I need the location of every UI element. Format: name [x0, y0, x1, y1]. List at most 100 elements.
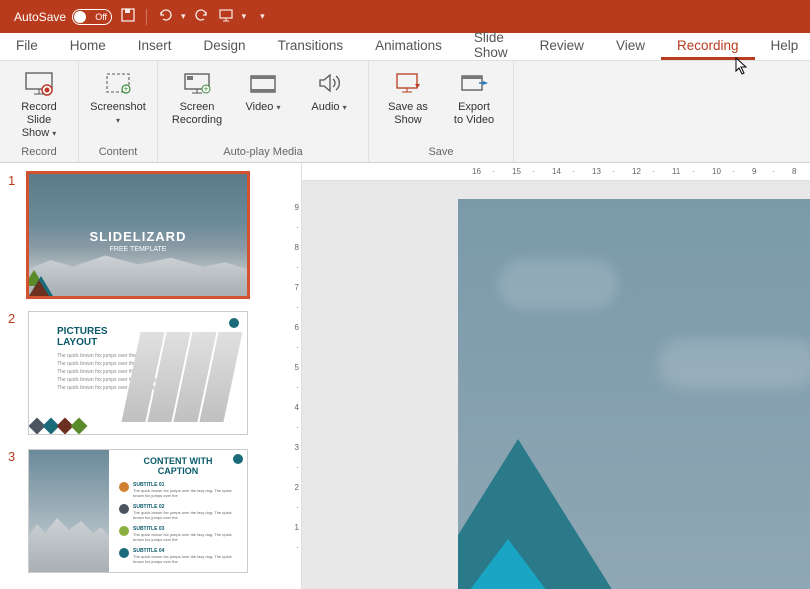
screenshot-icon: +: [102, 69, 134, 97]
ruler-mark: ·: [296, 343, 299, 352]
ruler-tick: 12: [632, 167, 641, 176]
ruler-mark: ·: [296, 503, 299, 512]
ribbon-button-label: Video ▾: [245, 101, 280, 114]
ruler-tick: 15: [512, 167, 521, 176]
screenshot-button[interactable]: + Screenshot ▾: [87, 65, 149, 146]
slide-thumbnail[interactable]: CONTENT WITHCAPTION SUBTITLE 01The quick …: [28, 449, 248, 573]
slide-title: PICTURESLAYOUT: [57, 326, 108, 348]
screen-recording-button[interactable]: + ScreenRecording: [166, 65, 228, 146]
undo-icon[interactable]: [157, 7, 173, 26]
menu-help[interactable]: Help: [755, 33, 810, 60]
ruler-mark: ·: [692, 167, 695, 176]
ruler-tick: 8: [792, 167, 796, 176]
ruler-mark: ·: [296, 463, 299, 472]
thumbnail-row: 1 SLIDELIZARD FREE TEMPLATE: [8, 173, 276, 297]
menu-insert[interactable]: Insert: [122, 33, 188, 60]
triangle-shape: [458, 539, 568, 589]
menu-slide-show[interactable]: Slide Show: [458, 33, 524, 60]
ruler-tick: 7: [295, 283, 299, 292]
bullet-icon: [119, 526, 129, 536]
save-as-show-icon: [392, 69, 424, 97]
menu-review[interactable]: Review: [524, 33, 600, 60]
ruler-mark: ·: [612, 167, 615, 176]
ribbon-group-record: Record SlideShow ▾Record: [0, 61, 79, 162]
ruler-tick: 10: [712, 167, 721, 176]
bullet-icon: [119, 482, 129, 492]
ruler-tick: 1: [295, 523, 299, 532]
ribbon-group-content: +Screenshot ▾Content: [79, 61, 158, 162]
ribbon-group-label: Save: [428, 146, 453, 160]
record-slide-show-button[interactable]: Record SlideShow ▾: [8, 65, 70, 146]
ruler-tick: 2: [295, 483, 299, 492]
svg-text:+: +: [123, 84, 128, 94]
body-text: SUBTITLE 02The quick brown fox jumps ove…: [133, 504, 237, 520]
menu-design[interactable]: Design: [188, 33, 262, 60]
ruler-tick: 6: [295, 323, 299, 332]
present-from-beginning-icon[interactable]: [218, 7, 234, 26]
ribbon-button-label: ScreenRecording: [172, 101, 222, 127]
menu-home[interactable]: Home: [54, 33, 122, 60]
ribbon-button-label: Screenshot ▾: [87, 101, 149, 127]
slide-thumbnail[interactable]: SLIDELIZARD FREE TEMPLATE: [28, 173, 248, 297]
ruler-tick: 14: [552, 167, 561, 176]
thumbnail-number: 3: [8, 449, 20, 573]
slide-thumbnail[interactable]: PICTURESLAYOUTThe quick brown fox jumps …: [28, 311, 248, 435]
export-to-video-button[interactable]: Exportto Video: [443, 65, 505, 146]
ruler-mark: ·: [296, 223, 299, 232]
ruler-tick: 11: [672, 167, 680, 176]
redo-icon[interactable]: [194, 7, 210, 26]
undo-dropdown-icon[interactable]: ▾: [181, 11, 186, 22]
ribbon-group-auto-play-media: + ScreenRecording Video ▾ Audio ▾ Auto-play …: [158, 61, 369, 162]
slide-subtitle: FREE TEMPLATE: [29, 246, 247, 253]
ruler-tick: 8: [295, 243, 299, 252]
slide-thumbnail-panel[interactable]: 1SLIDELIZARDFREE TEMPLATE2PICTURESLAYOUT…: [0, 163, 280, 589]
audio-button[interactable]: Audio ▾: [298, 65, 360, 146]
save-icon[interactable]: [120, 7, 136, 26]
ruler-mark: ·: [532, 167, 535, 176]
body-text: SUBTITLE 01The quick brown fox jumps ove…: [133, 482, 237, 498]
body-text: SUBTITLE 04The quick brown fox jumps ove…: [133, 548, 237, 564]
autosave-toggle[interactable]: Off: [72, 9, 112, 25]
slide-title: CONTENT WITHCAPTION: [119, 456, 237, 476]
ruler-tick: 9: [752, 167, 756, 176]
ruler-mark: ·: [652, 167, 655, 176]
ribbon-button-label: Save asShow: [388, 101, 428, 127]
autosave-toggle-group: AutoSave Off: [14, 9, 112, 25]
title-bar: AutoSave Off ▾ ▾ ▾: [0, 0, 810, 33]
qat-customize-icon[interactable]: ▾: [260, 11, 265, 22]
screen-recording-icon: +: [181, 69, 213, 97]
ruler-tick: 13: [592, 167, 601, 176]
video-button[interactable]: Video ▾: [232, 65, 294, 146]
slide-canvas-area: 16·15·14·13·12·11·10·9·8·: [302, 163, 810, 589]
menu-recording[interactable]: Recording: [661, 33, 755, 60]
slide-canvas[interactable]: [458, 199, 810, 589]
workspace: 1 SLIDELIZARD FREE TEMPLATE 2 PICTURESLAYOUT…: [0, 163, 810, 589]
ruler-tick: 5: [295, 363, 299, 372]
export-to-video-icon: [458, 69, 490, 97]
svg-text:+: +: [203, 84, 208, 94]
ribbon-group-label: Auto-play Media: [223, 146, 303, 160]
ruler-mark: ·: [732, 167, 735, 176]
circle-shape: [229, 318, 239, 328]
ruler-mark: ·: [492, 167, 495, 176]
ribbon-group-save: Save asShow Exportto VideoSave: [369, 61, 514, 162]
ruler-tick: 3: [295, 443, 299, 452]
ribbon: Record SlideShow ▾Record+Screenshot ▾Con…: [0, 61, 810, 163]
chevron-down-icon: ▾: [116, 116, 120, 125]
ruler-tick: 9: [295, 203, 299, 212]
menu-file[interactable]: File: [0, 33, 54, 60]
ribbon-button-label: Audio ▾: [311, 101, 346, 114]
menu-view[interactable]: View: [600, 33, 661, 60]
audio-icon: [313, 69, 345, 97]
ruler-mark: ·: [296, 543, 299, 552]
ribbon-group-label: Record: [21, 146, 56, 160]
present-dropdown-icon[interactable]: ▾: [242, 11, 247, 22]
bullet-icon: [119, 504, 129, 514]
save-as-show-button[interactable]: Save asShow: [377, 65, 439, 146]
slide-title: SLIDELIZARD: [29, 229, 247, 244]
thumbnail-number: 1: [8, 173, 20, 297]
cloud-shape: [498, 259, 618, 309]
menu-transitions[interactable]: Transitions: [262, 33, 360, 60]
menu-animations[interactable]: Animations: [359, 33, 458, 60]
menu-bar: FileHomeInsertDesignTransitionsAnimation…: [0, 33, 810, 61]
